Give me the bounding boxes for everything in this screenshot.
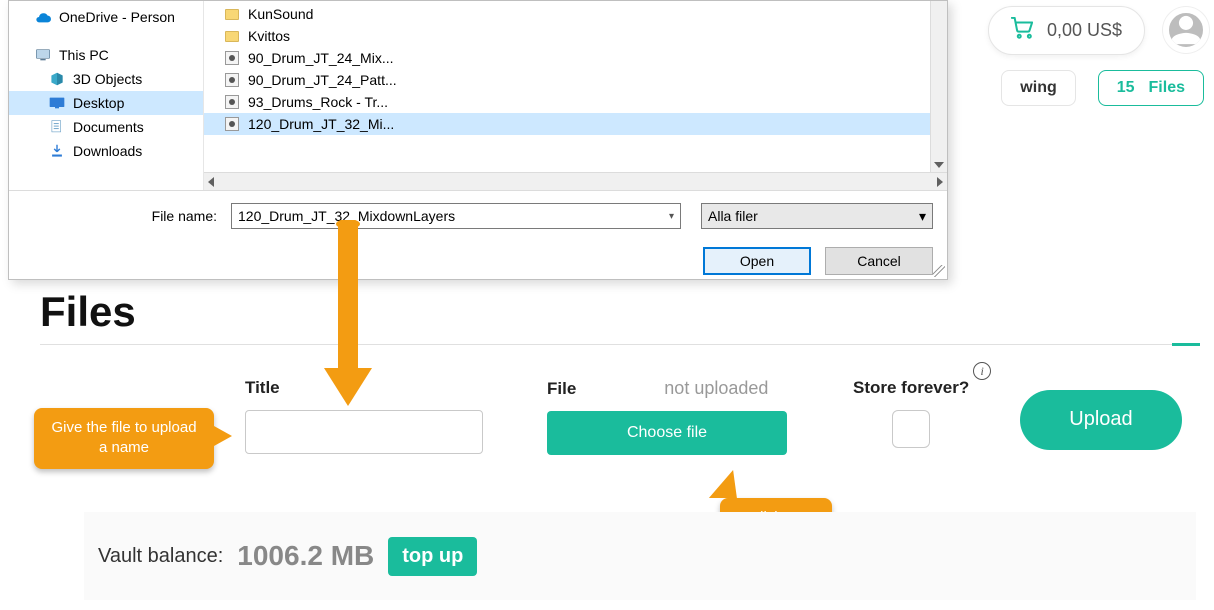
- vault-balance-label: Vault balance:: [98, 545, 223, 568]
- choose-file-button[interactable]: Choose file: [547, 411, 787, 455]
- list-item[interactable]: 120_Drum_JT_32_Mi...: [204, 113, 947, 135]
- nav-documents[interactable]: Documents: [9, 115, 203, 139]
- nav-this-pc[interactable]: This PC: [9, 43, 203, 67]
- list-item[interactable]: 90_Drum_JT_24_Mix...: [204, 47, 947, 69]
- list-item[interactable]: KunSound: [204, 3, 947, 25]
- filename-combobox[interactable]: 120_Drum_JT_32_MixdownLayers ▾: [231, 203, 681, 229]
- upload-status: not uploaded: [664, 378, 768, 399]
- cancel-button[interactable]: Cancel: [825, 247, 933, 275]
- store-forever-checkbox[interactable]: [892, 410, 930, 448]
- audio-icon: [224, 116, 240, 132]
- audio-icon: [224, 72, 240, 88]
- chevron-down-icon: ▾: [669, 211, 674, 222]
- chevron-right-icon: [937, 177, 943, 187]
- vault-balance-panel: Vault balance: 1006.2 MB top up: [84, 512, 1196, 600]
- nav-downloads[interactable]: Downloads: [9, 139, 203, 163]
- arrow-annotation-icon: [318, 220, 378, 410]
- file-label: File: [547, 379, 576, 399]
- cloud-icon: [35, 9, 51, 25]
- chip-files-count: 15: [1117, 79, 1135, 97]
- nav-onedrive[interactable]: OneDrive - Person: [9, 5, 203, 29]
- file-type-filter[interactable]: Alla filer ▾: [701, 203, 933, 229]
- vault-balance-value: 1006.2 MB: [237, 540, 374, 572]
- nav-desktop[interactable]: Desktop: [9, 91, 203, 115]
- nav-3d-objects[interactable]: 3D Objects: [9, 67, 203, 91]
- pc-icon: [35, 47, 51, 63]
- upload-button[interactable]: Upload: [1020, 390, 1182, 450]
- cube-icon: [49, 71, 65, 87]
- divider: [40, 344, 1200, 345]
- store-forever-label: Store forever?: [853, 378, 969, 398]
- chip-files[interactable]: 15 Files: [1098, 70, 1204, 106]
- download-icon: [49, 143, 65, 159]
- title-input[interactable]: [245, 410, 483, 454]
- annotation-give-name: Give the file to upload a name: [34, 408, 214, 469]
- list-item[interactable]: 93_Drums_Rock - Tr...: [204, 91, 947, 113]
- filename-label: File name:: [23, 208, 223, 224]
- audio-icon: [224, 50, 240, 66]
- chevron-down-icon: [934, 162, 944, 168]
- open-button[interactable]: Open: [703, 247, 811, 275]
- vertical-scrollbar[interactable]: [930, 1, 947, 172]
- resize-grip-icon[interactable]: [933, 265, 945, 277]
- page-title: Files: [40, 288, 136, 336]
- avatar[interactable]: [1163, 7, 1209, 53]
- chevron-down-icon: ▾: [919, 208, 926, 225]
- info-icon[interactable]: i: [973, 362, 991, 380]
- folder-icon: [224, 6, 240, 22]
- dialog-nav-tree[interactable]: OneDrive - Person This PC 3D Objects Des…: [9, 1, 204, 190]
- folder-icon: [224, 28, 240, 44]
- desktop-icon: [49, 95, 65, 111]
- cart-pill[interactable]: 0,00 US$: [988, 6, 1145, 55]
- dialog-file-list[interactable]: KunSound Kvittos 90_Drum_JT_24_Mix... 90…: [204, 1, 947, 190]
- list-item[interactable]: Kvittos: [204, 25, 947, 47]
- list-item[interactable]: 90_Drum_JT_24_Patt...: [204, 69, 947, 91]
- cart-icon: [1011, 17, 1033, 44]
- documents-icon: [49, 119, 65, 135]
- cart-amount: 0,00 US$: [1047, 20, 1122, 41]
- chip-following-partial[interactable]: wing: [1001, 70, 1075, 106]
- audio-icon: [224, 94, 240, 110]
- chip-files-label: Files: [1149, 79, 1185, 97]
- horizontal-scrollbar[interactable]: [204, 172, 947, 190]
- chevron-left-icon: [208, 177, 214, 187]
- top-up-button[interactable]: top up: [388, 537, 477, 576]
- file-open-dialog: OneDrive - Person This PC 3D Objects Des…: [8, 0, 948, 280]
